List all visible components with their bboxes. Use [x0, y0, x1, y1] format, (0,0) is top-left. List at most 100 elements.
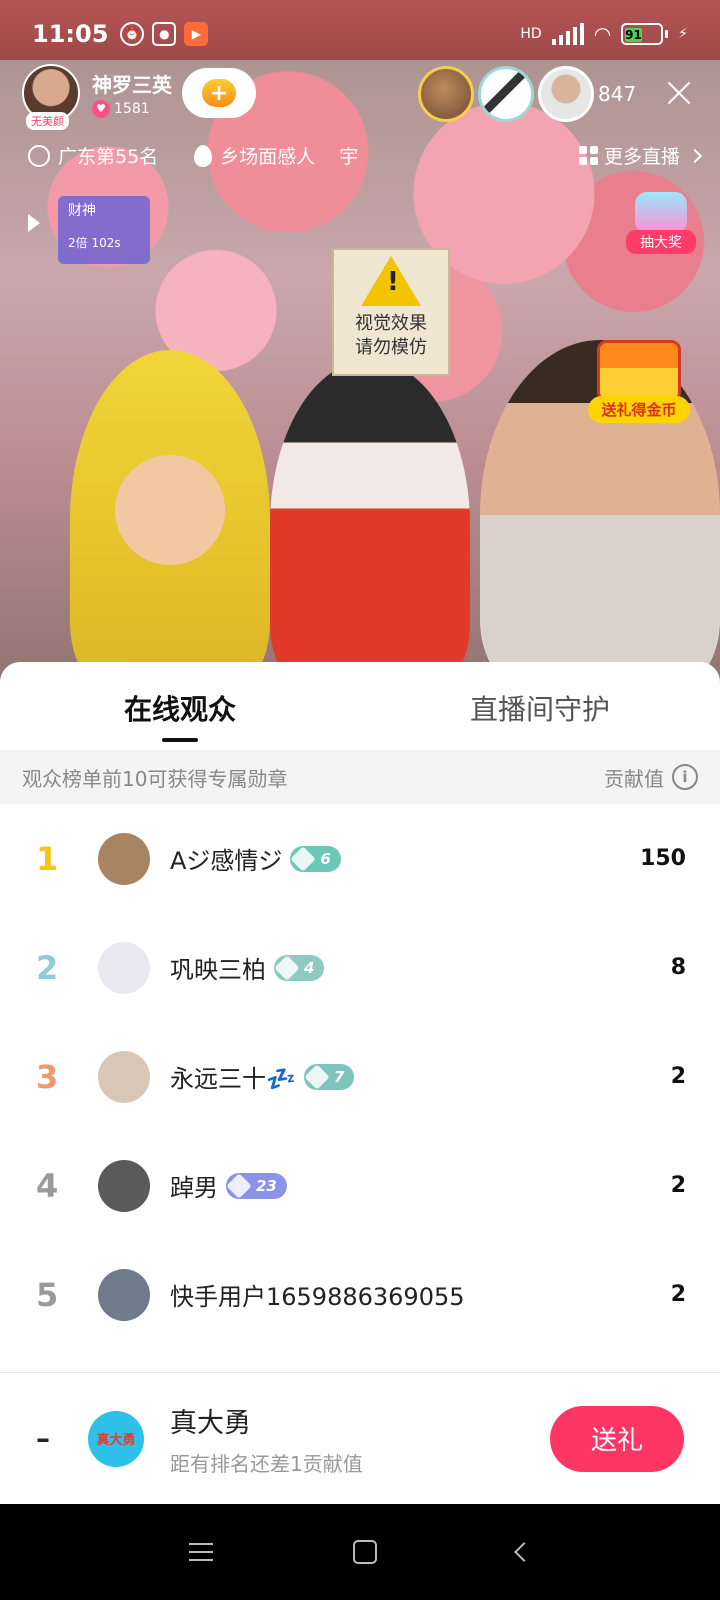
charging-icon: ⚡ — [678, 26, 688, 42]
ranking-notice: 观众榜单前10可获得专属勋章 贡献值 i — [0, 750, 720, 804]
grid-icon — [578, 146, 598, 165]
gift-coin-widget[interactable]: 送礼得金币 — [588, 340, 690, 423]
contribution-score: 2 — [670, 1064, 686, 1089]
contribution-score: 8 — [670, 955, 686, 980]
user-avatar[interactable] — [98, 1159, 150, 1212]
viewer-avatar[interactable] — [478, 66, 534, 122]
notice-text: 观众榜单前10可获得专属勋章 — [22, 766, 288, 791]
ranking-row[interactable]: 1 Aジ感情ジ 6 150 — [0, 804, 720, 913]
tab-room-guardian[interactable]: 直播间守护 — [360, 662, 720, 750]
status-time: 11:05 — [32, 20, 109, 48]
user-name: Aジ感情ジ — [170, 847, 283, 875]
rank-label[interactable]: 广东第55名 — [58, 142, 158, 169]
audience-sheet: 在线观众 直播间守护 观众榜单前10可获得专属勋章 贡献值 i 1 Aジ感情ジ … — [0, 662, 720, 1504]
signal-icon — [551, 23, 584, 45]
info-bar: 广东第55名 乡场面感人 宇 更多直播 — [28, 142, 703, 169]
gem-icon — [290, 845, 317, 872]
prize-box-icon — [635, 192, 687, 234]
contribution-label: 贡献值 — [604, 766, 664, 791]
system-nav-bar — [0, 1504, 720, 1600]
ranking-row[interactable]: 3 永远三十💤 7 2 — [0, 1022, 720, 1131]
battery-level: 91 — [625, 28, 642, 42]
close-icon[interactable] — [664, 78, 694, 108]
viewer-avatar[interactable] — [418, 66, 474, 122]
user-name: 踔男 — [170, 1174, 218, 1202]
caishen-widget[interactable]: 财神 2倍 102s — [58, 196, 150, 264]
ranking-row[interactable]: 5 快手用户1659886369055 2 — [0, 1240, 720, 1349]
rank-number: 1 — [36, 839, 59, 878]
battery-icon: 91 — [621, 23, 669, 45]
draw-prize-widget[interactable]: 抽大奖 — [626, 192, 696, 258]
user-name: 永远三十💤 — [170, 1065, 296, 1093]
clock-icon — [28, 144, 50, 167]
flame-icon — [194, 144, 213, 167]
follow-button[interactable]: + — [182, 68, 256, 118]
network-type: HD — [520, 26, 542, 42]
gem-icon — [304, 1063, 330, 1090]
treasure-chest-icon — [597, 340, 681, 402]
heart-icon: ♥ — [92, 99, 110, 118]
level-badge: 4 — [274, 954, 325, 981]
video-notification-icon: ▶ — [184, 22, 209, 46]
my-name: 真大勇 — [170, 1407, 251, 1439]
warning-sign-line: 请勿模仿 — [355, 337, 427, 358]
contribution-score: 2 — [670, 1173, 686, 1198]
contribution-score: 2 — [670, 1282, 686, 1307]
info-icon[interactable]: i — [672, 764, 698, 790]
level-badge: 7 — [303, 1063, 355, 1090]
chevron-right-icon — [687, 148, 703, 163]
user-avatar[interactable] — [98, 832, 150, 885]
tab-online-audience[interactable]: 在线观众 — [0, 662, 360, 750]
rank-number: 2 — [36, 948, 59, 987]
status-bar: 11:05 ⏰ ● ▶ HD ◠ 91 ⚡ — [0, 0, 720, 68]
streamer-avatar[interactable]: 无美颜 — [22, 64, 80, 130]
more-live-label: 更多直播 — [603, 146, 680, 168]
user-avatar[interactable] — [98, 1268, 150, 1321]
streamer-name: 神罗三英 — [92, 72, 172, 97]
contribution-score: 150 — [640, 846, 686, 871]
user-name: 巩映三柏 — [170, 956, 266, 984]
gem-icon — [274, 954, 300, 981]
gift-coin-label: 送礼得金币 — [588, 396, 690, 423]
my-avatar[interactable]: 真大勇 — [88, 1410, 144, 1467]
home-icon[interactable] — [353, 1540, 377, 1564]
alarm-icon: ⏰ — [120, 22, 145, 46]
ranking-row[interactable]: 2 巩映三柏 4 8 — [0, 913, 720, 1022]
sheet-tabs: 在线观众 直播间守护 — [0, 662, 720, 750]
level-value: 4 — [304, 958, 315, 977]
viewer-avatar[interactable] — [538, 66, 594, 122]
my-ranking-bar: – 真大勇 真大勇 距有排名还差1贡献值 送礼 — [0, 1372, 720, 1504]
viewer-count[interactable]: 847 — [598, 82, 636, 106]
gem-icon — [226, 1172, 252, 1199]
topic-label[interactable]: 乡场面感人 — [220, 142, 315, 169]
level-badge: 23 — [226, 1172, 287, 1199]
user-avatar[interactable] — [98, 941, 150, 994]
menu-icon[interactable] — [189, 1543, 213, 1561]
rank-number: 3 — [36, 1057, 59, 1096]
back-icon[interactable] — [514, 1542, 534, 1562]
send-gift-button[interactable]: 送礼 — [550, 1405, 684, 1472]
no-beauty-tag: 无美颜 — [26, 112, 69, 130]
performer-center — [270, 360, 470, 690]
my-rank-hint: 距有排名还差1贡献值 — [170, 1451, 363, 1476]
wifi-icon: ◠ — [593, 22, 612, 46]
more-live-button[interactable]: 更多直播 — [578, 142, 703, 169]
level-value: 6 — [320, 849, 331, 868]
rank-number: 4 — [36, 1166, 59, 1205]
ranking-row[interactable]: 4 踔男 23 2 — [0, 1131, 720, 1240]
streamer-card[interactable]: 无美颜 神罗三英 ♥ 1581 + — [22, 64, 256, 130]
caishen-timer: 2倍 102s — [68, 236, 121, 250]
user-avatar[interactable] — [98, 1050, 150, 1103]
top-viewers[interactable] — [418, 66, 594, 122]
streamer-likes: 1581 — [114, 100, 150, 117]
warning-sign-line: 视觉效果 — [355, 313, 427, 334]
warning-sign: 视觉效果 请勿模仿 — [332, 248, 450, 376]
user-name: 快手用户1659886369055 — [170, 1283, 465, 1311]
plus-icon: + — [202, 79, 236, 107]
level-value: 23 — [256, 1176, 277, 1195]
level-value: 7 — [333, 1067, 345, 1086]
level-badge: 6 — [290, 845, 341, 872]
draw-prize-label: 抽大奖 — [626, 230, 696, 254]
play-icon[interactable] — [28, 214, 40, 232]
caishen-title: 财神 — [68, 203, 96, 219]
